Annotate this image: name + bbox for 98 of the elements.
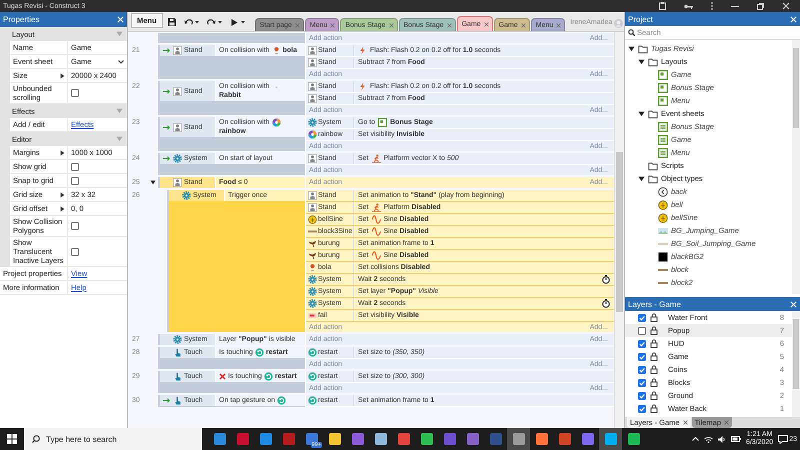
restart-icon [264, 372, 273, 381]
undo-icon[interactable] [184, 19, 193, 26]
key-icon[interactable] [684, 4, 693, 8]
lock-icon[interactable] [650, 339, 658, 348]
collapse-triangle-icon[interactable] [638, 110, 645, 116]
layout-icon [658, 96, 668, 106]
scrollbar-thumb[interactable] [793, 48, 799, 128]
redo-icon[interactable] [206, 19, 216, 26]
clipboard-icon[interactable] [659, 2, 666, 10]
caret-icon[interactable] [118, 60, 124, 64]
hand-icon [173, 396, 182, 405]
lock-icon[interactable] [650, 404, 658, 413]
caret-icon[interactable] [218, 21, 222, 24]
scrollbar-thumb[interactable] [616, 152, 623, 312]
layout-icon [658, 82, 668, 92]
collapse-triangle-icon[interactable] [628, 46, 635, 52]
restart-icon [254, 348, 264, 357]
checkbox[interactable] [638, 366, 646, 374]
checkbox[interactable] [71, 176, 79, 184]
save-icon[interactable] [168, 18, 176, 26]
lock-icon[interactable] [650, 313, 658, 322]
expand-triangle-icon[interactable] [60, 150, 65, 156]
ball-icon [308, 263, 317, 272]
square-icon [658, 252, 668, 262]
checkbox[interactable] [638, 378, 646, 386]
ball-icon [272, 46, 281, 55]
caret-icon[interactable] [240, 21, 245, 24]
wifi-icon[interactable] [704, 436, 713, 442]
maximize-icon[interactable] [757, 2, 764, 10]
checkbox[interactable] [638, 340, 646, 348]
lightning-icon [358, 82, 367, 91]
rainbow-ball-icon [272, 118, 281, 127]
search-icon [32, 435, 40, 443]
close-icon[interactable] [682, 420, 688, 425]
taskbar-search-field[interactable]: Type here to search [24, 428, 202, 450]
character-icon [173, 46, 182, 55]
character-icon [173, 178, 182, 187]
folder-icon [648, 108, 658, 118]
volume-icon[interactable] [718, 436, 726, 442]
event-sheet-icon [658, 148, 668, 158]
collapse-triangle-icon[interactable] [638, 176, 645, 182]
gear-icon [173, 154, 182, 163]
event-sheet-icon [658, 122, 668, 132]
search-input[interactable]: Type here to search [46, 434, 186, 444]
panel-title: Properties [3, 15, 40, 24]
character-icon [173, 122, 182, 132]
scrollbar[interactable] [792, 40, 800, 294]
label-icon [308, 311, 317, 320]
scrollbar[interactable] [614, 32, 624, 428]
hand-icon [173, 372, 182, 381]
back-icon [658, 186, 668, 196]
checkbox[interactable] [638, 314, 646, 322]
scrollbar[interactable] [792, 311, 800, 417]
play-icon[interactable] [230, 19, 239, 26]
running-figure-icon [372, 154, 381, 163]
notification-icon[interactable] [778, 434, 788, 444]
expand-triangle-icon[interactable] [60, 192, 65, 198]
caret-icon[interactable] [194, 21, 199, 24]
lock-icon[interactable] [650, 326, 658, 335]
chevron-up-icon[interactable] [692, 437, 699, 441]
battery-icon[interactable] [730, 436, 741, 442]
scrollbar-thumb[interactable] [793, 319, 799, 389]
hand-icon [173, 348, 182, 357]
lock-icon[interactable] [650, 378, 658, 387]
close-icon[interactable] [484, 22, 489, 26]
expand-triangle-icon[interactable] [60, 206, 65, 212]
expand-triangle-icon[interactable] [60, 72, 65, 78]
landscape-icon [658, 226, 668, 236]
collapse-triangle-icon[interactable] [638, 58, 645, 64]
search-icon [628, 29, 635, 36]
character-icon [173, 86, 182, 96]
checkbox[interactable] [71, 248, 79, 256]
lock-icon[interactable] [650, 365, 658, 374]
checkbox[interactable] [638, 404, 646, 412]
collapse-triangle-icon[interactable] [150, 180, 156, 185]
panel-title: Project [628, 14, 653, 24]
gear-icon [182, 191, 191, 200]
character-icon [308, 203, 317, 212]
lock-icon[interactable] [650, 391, 658, 400]
wave-icon [372, 251, 381, 260]
bell-icon [658, 200, 668, 210]
panel-title: Layers - Game [628, 300, 681, 308]
bell-icon [658, 212, 668, 222]
checkbox[interactable] [71, 89, 79, 97]
bell-icon [308, 215, 317, 224]
lightning-icon [358, 46, 367, 55]
running-figure-icon [372, 203, 381, 212]
lock-icon[interactable] [650, 352, 658, 361]
checkbox[interactable] [638, 352, 646, 360]
gear-icon [173, 335, 182, 344]
checkbox[interactable] [638, 392, 646, 400]
event-sheet-icon [658, 134, 668, 144]
layout-icon [658, 70, 668, 80]
start-icon[interactable] [7, 434, 17, 444]
checkbox[interactable] [638, 326, 646, 334]
restart-icon [277, 396, 286, 405]
checkbox[interactable] [71, 222, 79, 230]
checkbox[interactable] [71, 162, 79, 170]
